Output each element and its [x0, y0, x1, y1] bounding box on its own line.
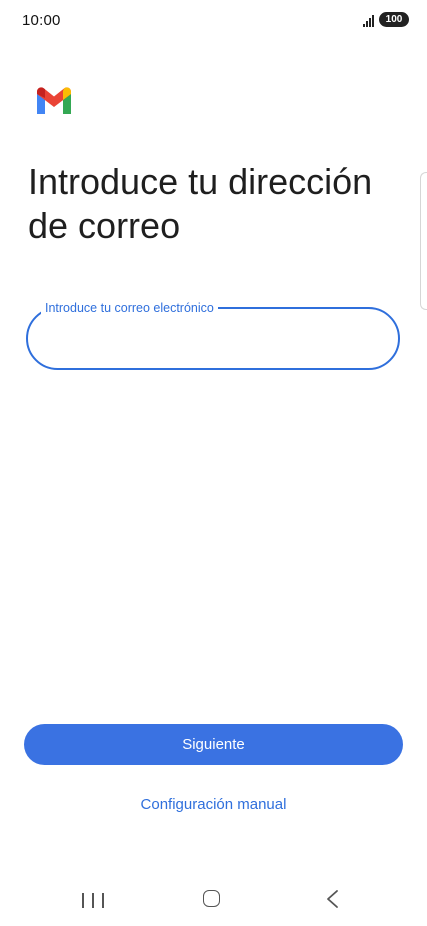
email-field-label: Introduce tu correo electrónico: [41, 300, 218, 316]
back-icon[interactable]: [323, 888, 343, 910]
gmail-logo-icon: [37, 87, 71, 114]
navigation-bar: [0, 880, 427, 920]
email-input[interactable]: [46, 326, 380, 356]
manual-config-link[interactable]: Configuración manual: [0, 796, 427, 813]
edge-panel-handle[interactable]: [420, 172, 427, 310]
next-button[interactable]: Siguiente: [24, 724, 403, 765]
battery-level: 100: [379, 12, 409, 27]
home-icon[interactable]: [203, 890, 220, 907]
status-indicators: 100: [363, 12, 409, 27]
status-time: 10:00: [22, 12, 61, 29]
signal-bars-icon: [363, 13, 374, 27]
recent-apps-icon[interactable]: [82, 890, 104, 910]
page-title: Introduce tu dirección de correo: [28, 161, 373, 246]
status-bar: 10:00 100: [0, 0, 427, 44]
